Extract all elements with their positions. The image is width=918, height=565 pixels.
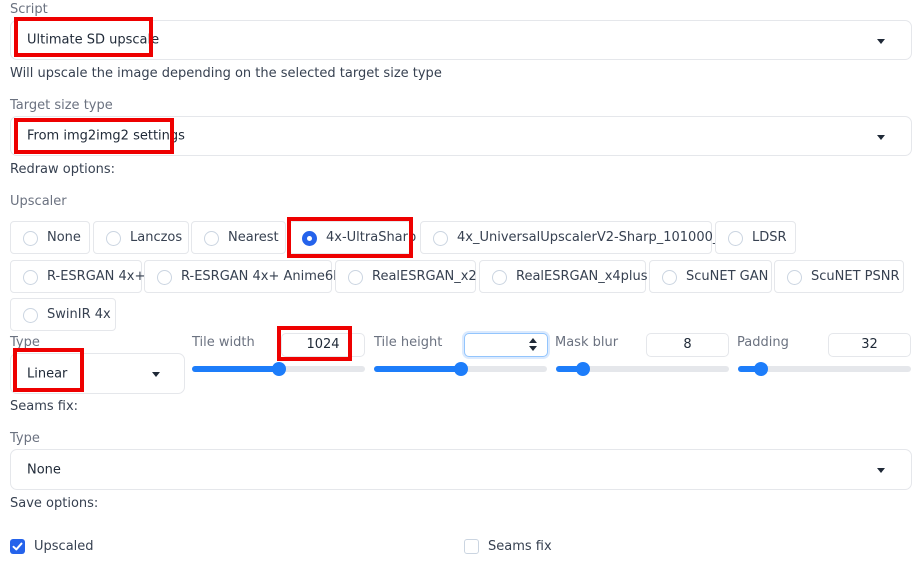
target-size-label: Target size type [10, 98, 113, 113]
upscaler-option-label: LDSR [752, 230, 787, 245]
radio-icon [728, 231, 743, 246]
upscaler-option-realesrgan-x4plus[interactable]: RealESRGAN_x4plus [479, 260, 648, 293]
upscaler-option-label: RealESRGAN_x2 [372, 269, 477, 284]
upscaler-option-r-esrgan-anime6b[interactable]: R-ESRGAN 4x+ Anime6B [144, 260, 342, 293]
upscaler-option-4x-universal[interactable]: 4x_UniversalUpscalerV2-Sharp_101000_G [420, 221, 729, 254]
upscaler-option-nearest[interactable]: Nearest [191, 221, 286, 254]
script-label: Script [10, 2, 48, 17]
check-icon [12, 542, 23, 551]
upscaler-option-label: None [47, 230, 81, 245]
redraw-options-heading: Redraw options: [10, 162, 116, 177]
upscaler-option-label: ScuNET GAN [686, 269, 769, 284]
tile-width-slider[interactable] [192, 362, 365, 376]
upscaler-option-r-esrgan-4x[interactable]: R-ESRGAN 4x+ [10, 260, 146, 293]
upscaler-option-scunet-gan[interactable]: ScuNET GAN [649, 260, 772, 293]
upscaler-option-none[interactable]: None [10, 221, 90, 254]
upscaler-option-label: R-ESRGAN 4x+ Anime6B [181, 269, 343, 284]
upscaled-label: Upscaled [34, 539, 94, 554]
slider-fill [192, 366, 279, 372]
radio-icon [23, 270, 38, 285]
upscaler-option-label: SwinIR 4x [47, 307, 111, 322]
tile-height-slider[interactable] [374, 362, 547, 376]
highlight-box [14, 118, 174, 154]
upscaled-checkbox[interactable] [10, 539, 25, 554]
highlight-box [13, 348, 84, 392]
radio-icon [106, 231, 121, 246]
seams-fix-type-label: Type [10, 431, 40, 446]
slider-handle[interactable] [754, 362, 768, 376]
radio-icon [23, 231, 38, 246]
mask-blur-input[interactable]: 8 [646, 333, 729, 357]
upscaler-label: Upscaler [10, 194, 67, 209]
upscaler-option-label: RealESRGAN_x4plus [516, 269, 648, 284]
padding-label: Padding [737, 335, 789, 350]
upscaler-option-label: ScuNET PSNR [811, 269, 900, 284]
slider-handle[interactable] [454, 362, 468, 376]
script-description: Will upscale the image depending on the … [10, 66, 442, 81]
slider-handle[interactable] [272, 362, 286, 376]
padding-input[interactable]: 32 [828, 333, 911, 357]
upscaler-option-lanczos[interactable]: Lanczos [93, 221, 189, 254]
upscaler-option-swinir-4x[interactable]: SwinIR 4x [10, 298, 116, 331]
upscaler-option-label: Lanczos [130, 230, 183, 245]
chevron-down-icon [877, 468, 885, 473]
highlight-box [14, 17, 153, 57]
seams-fix-heading: Seams fix: [10, 399, 79, 414]
radio-icon [348, 270, 363, 285]
radio-icon [787, 270, 802, 285]
upscaler-option-scunet-psnr[interactable]: ScuNET PSNR [774, 260, 904, 293]
radio-icon [157, 270, 172, 285]
seams-fix-save-label: Seams fix [488, 539, 552, 554]
radio-icon [662, 270, 677, 285]
highlight-box [277, 326, 352, 361]
seams-fix-checkbox[interactable] [464, 539, 479, 554]
slider-handle[interactable] [576, 362, 590, 376]
highlight-box [287, 217, 413, 258]
stepper-arrows-icon[interactable] [528, 337, 538, 353]
tile-width-label: Tile width [192, 335, 255, 350]
chevron-down-icon [877, 135, 885, 140]
seams-fix-type-dropdown[interactable]: None [10, 449, 912, 490]
radio-icon [204, 231, 219, 246]
upscaler-option-realesrgan-x2[interactable]: RealESRGAN_x2 [335, 260, 477, 293]
chevron-down-icon [152, 372, 160, 377]
upscaler-option-label: Nearest [228, 230, 279, 245]
upscaler-option-ldsr[interactable]: LDSR [715, 221, 796, 254]
padding-slider[interactable] [738, 362, 911, 376]
upscaler-option-label: 4x_UniversalUpscalerV2-Sharp_101000_G [457, 230, 730, 245]
radio-icon [492, 270, 507, 285]
mask-blur-slider[interactable] [556, 362, 729, 376]
radio-icon [23, 308, 38, 323]
mask-blur-label: Mask blur [555, 335, 619, 350]
seams-fix-type-selected-value: None [27, 462, 61, 477]
upscaler-option-label: R-ESRGAN 4x+ [47, 269, 146, 284]
save-options-heading: Save options: [10, 496, 99, 511]
tile-height-label: Tile height [374, 335, 443, 350]
chevron-down-icon [877, 39, 885, 44]
radio-icon [433, 231, 448, 246]
slider-fill [374, 366, 461, 372]
